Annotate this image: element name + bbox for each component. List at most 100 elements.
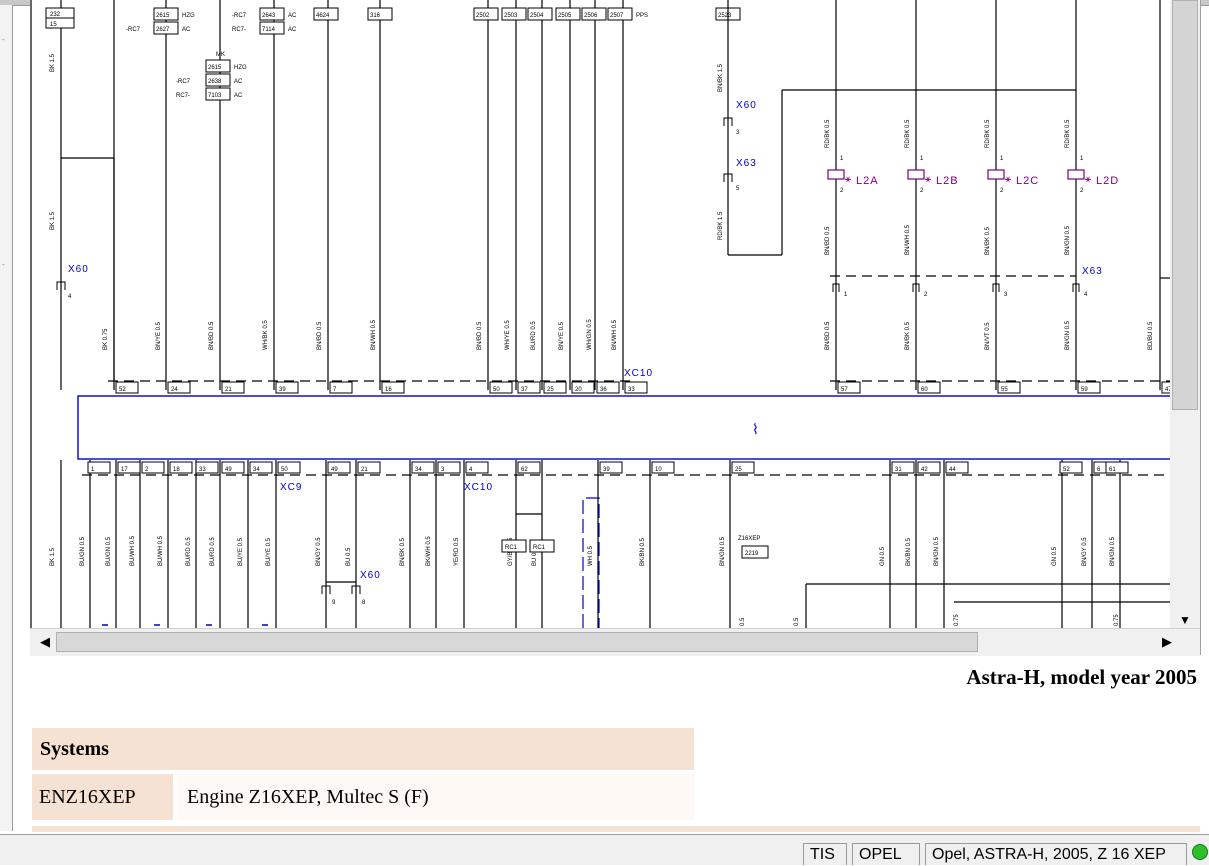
wire-color-label: WH/YE 0.5 — [505, 320, 511, 350]
wire-color-label: RD/BK 0.5 — [905, 119, 911, 148]
connector-pin-label: 34 — [415, 467, 422, 473]
connector-pin-label: 34 — [253, 467, 260, 473]
connector-label-xc9: XC9 — [280, 482, 302, 493]
connector-pin-label: 49 — [331, 467, 338, 473]
wire-color-label: RD/BK 0.5 — [1065, 119, 1071, 148]
reference-number: 2506 — [584, 13, 598, 19]
injector-label: L2D — [1096, 175, 1119, 187]
wire-color-label: BN/GN 0.5 — [720, 536, 726, 566]
wiring-diagram[interactable]: ⌇522421397165037252036335760555947XC1011… — [30, 0, 1170, 628]
connector-pin-label: 25 — [735, 467, 742, 473]
engine-code-title: Z16XEP — [738, 536, 760, 542]
wire-color-label: BK 1.5 — [50, 211, 56, 230]
connector-pin-label: 44 — [949, 467, 956, 473]
wire-color-label: BN/GN 0.5 — [1110, 536, 1116, 566]
wire-color-label: BU 0.5 — [346, 547, 352, 566]
wire-color-label: BN/GN 0.5 — [1065, 320, 1071, 350]
ecu-symbol-icon: ⌇ — [752, 421, 759, 437]
reference-number: 2615 — [156, 13, 170, 19]
status-brand: OPEL — [852, 843, 920, 865]
mk-row-suffix: HZG — [234, 65, 247, 71]
wire-color-label: BN/GN 0.5 — [934, 536, 940, 566]
relay-contact-label: RC1 — [505, 545, 518, 551]
engine-code-number: 2219 — [745, 551, 759, 557]
connector-pin-label: 10 — [655, 467, 662, 473]
connector-pin-label: 18 — [173, 467, 180, 473]
reference-number: 2503 — [504, 13, 518, 19]
connector-pin-label: 37 — [521, 387, 528, 393]
gutter-mark: - — [2, 260, 5, 269]
vertical-scroll-thumb[interactable] — [1172, 0, 1198, 410]
injector-valve-icon: ⚹ — [1085, 174, 1091, 185]
wire-color-label: YE/RD 0.5 — [454, 537, 460, 566]
wire-color-label: BK 1.5 — [50, 53, 56, 72]
wire-color-label: BK/BN 0.5 — [906, 537, 912, 566]
connector-pin-label: 57 — [841, 387, 848, 393]
injector-pin-label: 1 — [840, 156, 844, 162]
relay-contact-label: RC1 — [533, 545, 546, 551]
status-bar: TIS OPEL Opel, ASTRA-H, 2005, Z 16 XEP — [0, 834, 1209, 865]
injector-label: L2B — [936, 175, 959, 187]
connector-pin-label: 36 — [600, 387, 607, 393]
systems-row[interactable]: ENZ16XEP Engine Z16XEP, Multec S (F) — [32, 774, 694, 820]
reference-prefix: -RC7 — [232, 13, 247, 19]
wire-color-label: BN/GN 0.5 — [1065, 225, 1071, 255]
wire-color-label: BU/WH 0.5 — [130, 535, 136, 566]
connector-pin-label: 39 — [603, 467, 610, 473]
wire-color-label: BU/RD 0.5 — [210, 537, 216, 566]
wire-color-label: BU/RD 0.5 — [186, 537, 192, 566]
gutter-mark: - — [2, 35, 5, 44]
reference-number: 7114 — [262, 27, 276, 33]
vertical-scrollbar[interactable]: ▼ — [1170, 0, 1200, 628]
reference-prefix: RC7- — [232, 27, 246, 33]
wire-color-label: BN/GY 0.5 — [1082, 537, 1088, 566]
injector-coil-icon — [907, 169, 925, 180]
injector-valve-icon: ⚹ — [1005, 174, 1011, 185]
connector-pin-label: 21 — [361, 467, 368, 473]
connector-pin-label: 49 — [225, 467, 232, 473]
wire-color-label: BK/WH 0.5 — [426, 536, 432, 566]
reference-number: 2502 — [476, 13, 490, 19]
wire-size-label: 0.5 — [740, 617, 746, 626]
injector-pin-label: 1 — [920, 156, 924, 162]
connector-pin-label: 5 — [736, 186, 740, 192]
wire-color-label: BN/BK 1.5 — [718, 63, 724, 92]
horizontal-scroll-thumb[interactable] — [56, 632, 978, 652]
wire-size-label: 0.75 — [954, 614, 960, 626]
connector-pin-label: 3 — [736, 130, 740, 136]
system-description[interactable]: Engine Z16XEP, Multec S (F) — [177, 774, 694, 820]
wire-color-label: BU/RD 0.5 — [531, 321, 537, 350]
injector-pin-label: 2 — [1000, 188, 1004, 194]
connector-pin-label: 4 — [68, 294, 72, 300]
wire-color-label: BN/WH 0.5 — [905, 224, 911, 255]
connector-pin-label: 17 — [121, 467, 128, 473]
reference-number: 2523 — [718, 13, 732, 19]
mk-row-number: 2638 — [208, 79, 222, 85]
connector-pin-label: 21 — [225, 387, 232, 393]
injector-pin-label: 2 — [840, 188, 844, 194]
status-vehicle: Opel, ASTRA-H, 2005, Z 16 XEP — [925, 843, 1187, 865]
status-ok-icon — [1192, 844, 1208, 860]
injector-pin-label: 1 — [1080, 156, 1084, 162]
systems-table: Systems ENZ16XEP Engine Z16XEP, Multec S… — [32, 728, 694, 820]
scroll-right-arrow-icon[interactable]: ▶ — [1158, 633, 1176, 651]
horizontal-scrollbar[interactable]: ◀ ▶ — [30, 628, 1200, 656]
connector-pin-label: 1 — [844, 292, 848, 298]
connector-pin-label: 62 — [521, 467, 528, 473]
connector-pin-label: 3 — [1004, 292, 1008, 298]
injector-label: L2A — [856, 175, 879, 187]
scroll-left-arrow-icon[interactable]: ◀ — [36, 633, 54, 651]
connector-pin-label: 8 — [362, 600, 366, 606]
wire-color-label: BN/BD 0.5 — [825, 321, 831, 350]
connector-pin-label: 20 — [575, 387, 582, 393]
connector-pin-label: 33 — [199, 467, 206, 473]
connector-label-xc10: XC10 — [624, 368, 653, 379]
wire-color-label: BN/GY 0.5 — [316, 537, 322, 566]
reference-number: 4624 — [316, 13, 330, 19]
scroll-down-arrow-icon[interactable]: ▼ — [1170, 612, 1200, 628]
system-code[interactable]: ENZ16XEP — [32, 774, 173, 820]
diagram-viewport[interactable]: ⌇522421397165037252036335760555947XC1011… — [30, 0, 1201, 656]
connector-pin-label: 31 — [895, 467, 902, 473]
wire-color-label: GN 0.5 — [880, 546, 886, 566]
app-window: - - ⌇522421397165037252036335760555947XC… — [0, 0, 1209, 865]
